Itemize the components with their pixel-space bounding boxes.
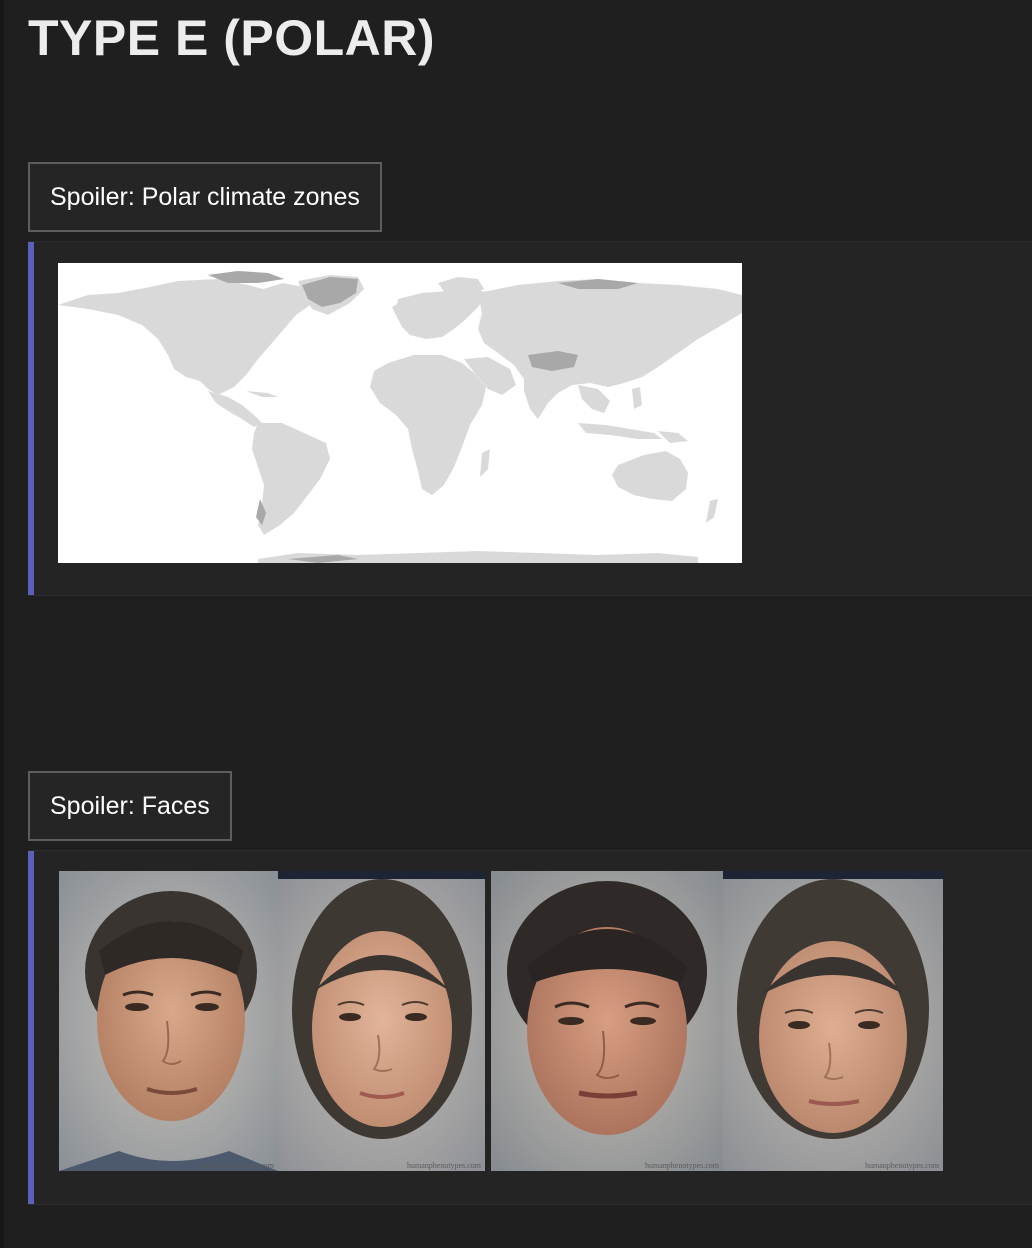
face-3-svg bbox=[491, 871, 723, 1171]
face-image-2: humanphenotypes.com bbox=[278, 871, 485, 1171]
world-map-image bbox=[58, 263, 742, 563]
face-2-svg bbox=[278, 879, 485, 1171]
left-edge bbox=[0, 0, 4, 1248]
face-image-4: humanphenotypes.com bbox=[723, 871, 943, 1171]
face-image-3: humanphenotypes.com bbox=[491, 871, 723, 1171]
watermark-text: humanphenotypes.com bbox=[407, 1161, 481, 1170]
spoiler-content-faces: humanphenotypes.com humanphenotypes.com … bbox=[28, 850, 1032, 1205]
spoiler-content-polar-climate-zones bbox=[28, 241, 1032, 596]
spoiler-button-polar-climate-zones[interactable]: Spoiler: Polar climate zones bbox=[28, 162, 382, 232]
face-4-svg bbox=[723, 879, 943, 1171]
page-title: TYPE E (POLAR) bbox=[28, 10, 436, 66]
watermark-text: humanphenotypes.com bbox=[200, 1161, 274, 1170]
face-image-1: humanphenotypes.com bbox=[59, 871, 278, 1171]
faces-row: humanphenotypes.com humanphenotypes.com … bbox=[59, 871, 943, 1171]
face-1-svg bbox=[59, 871, 278, 1171]
spoiler-accent-bar bbox=[28, 851, 34, 1204]
page: TYPE E (POLAR) Spoiler: Polar climate zo… bbox=[0, 0, 1032, 1248]
spoiler-button-faces[interactable]: Spoiler: Faces bbox=[28, 771, 232, 841]
watermark-text: humanphenotypes.com bbox=[645, 1161, 719, 1170]
watermark-text: humanphenotypes.com bbox=[865, 1161, 939, 1170]
world-map-svg bbox=[58, 263, 742, 563]
spoiler-accent-bar bbox=[28, 242, 34, 595]
